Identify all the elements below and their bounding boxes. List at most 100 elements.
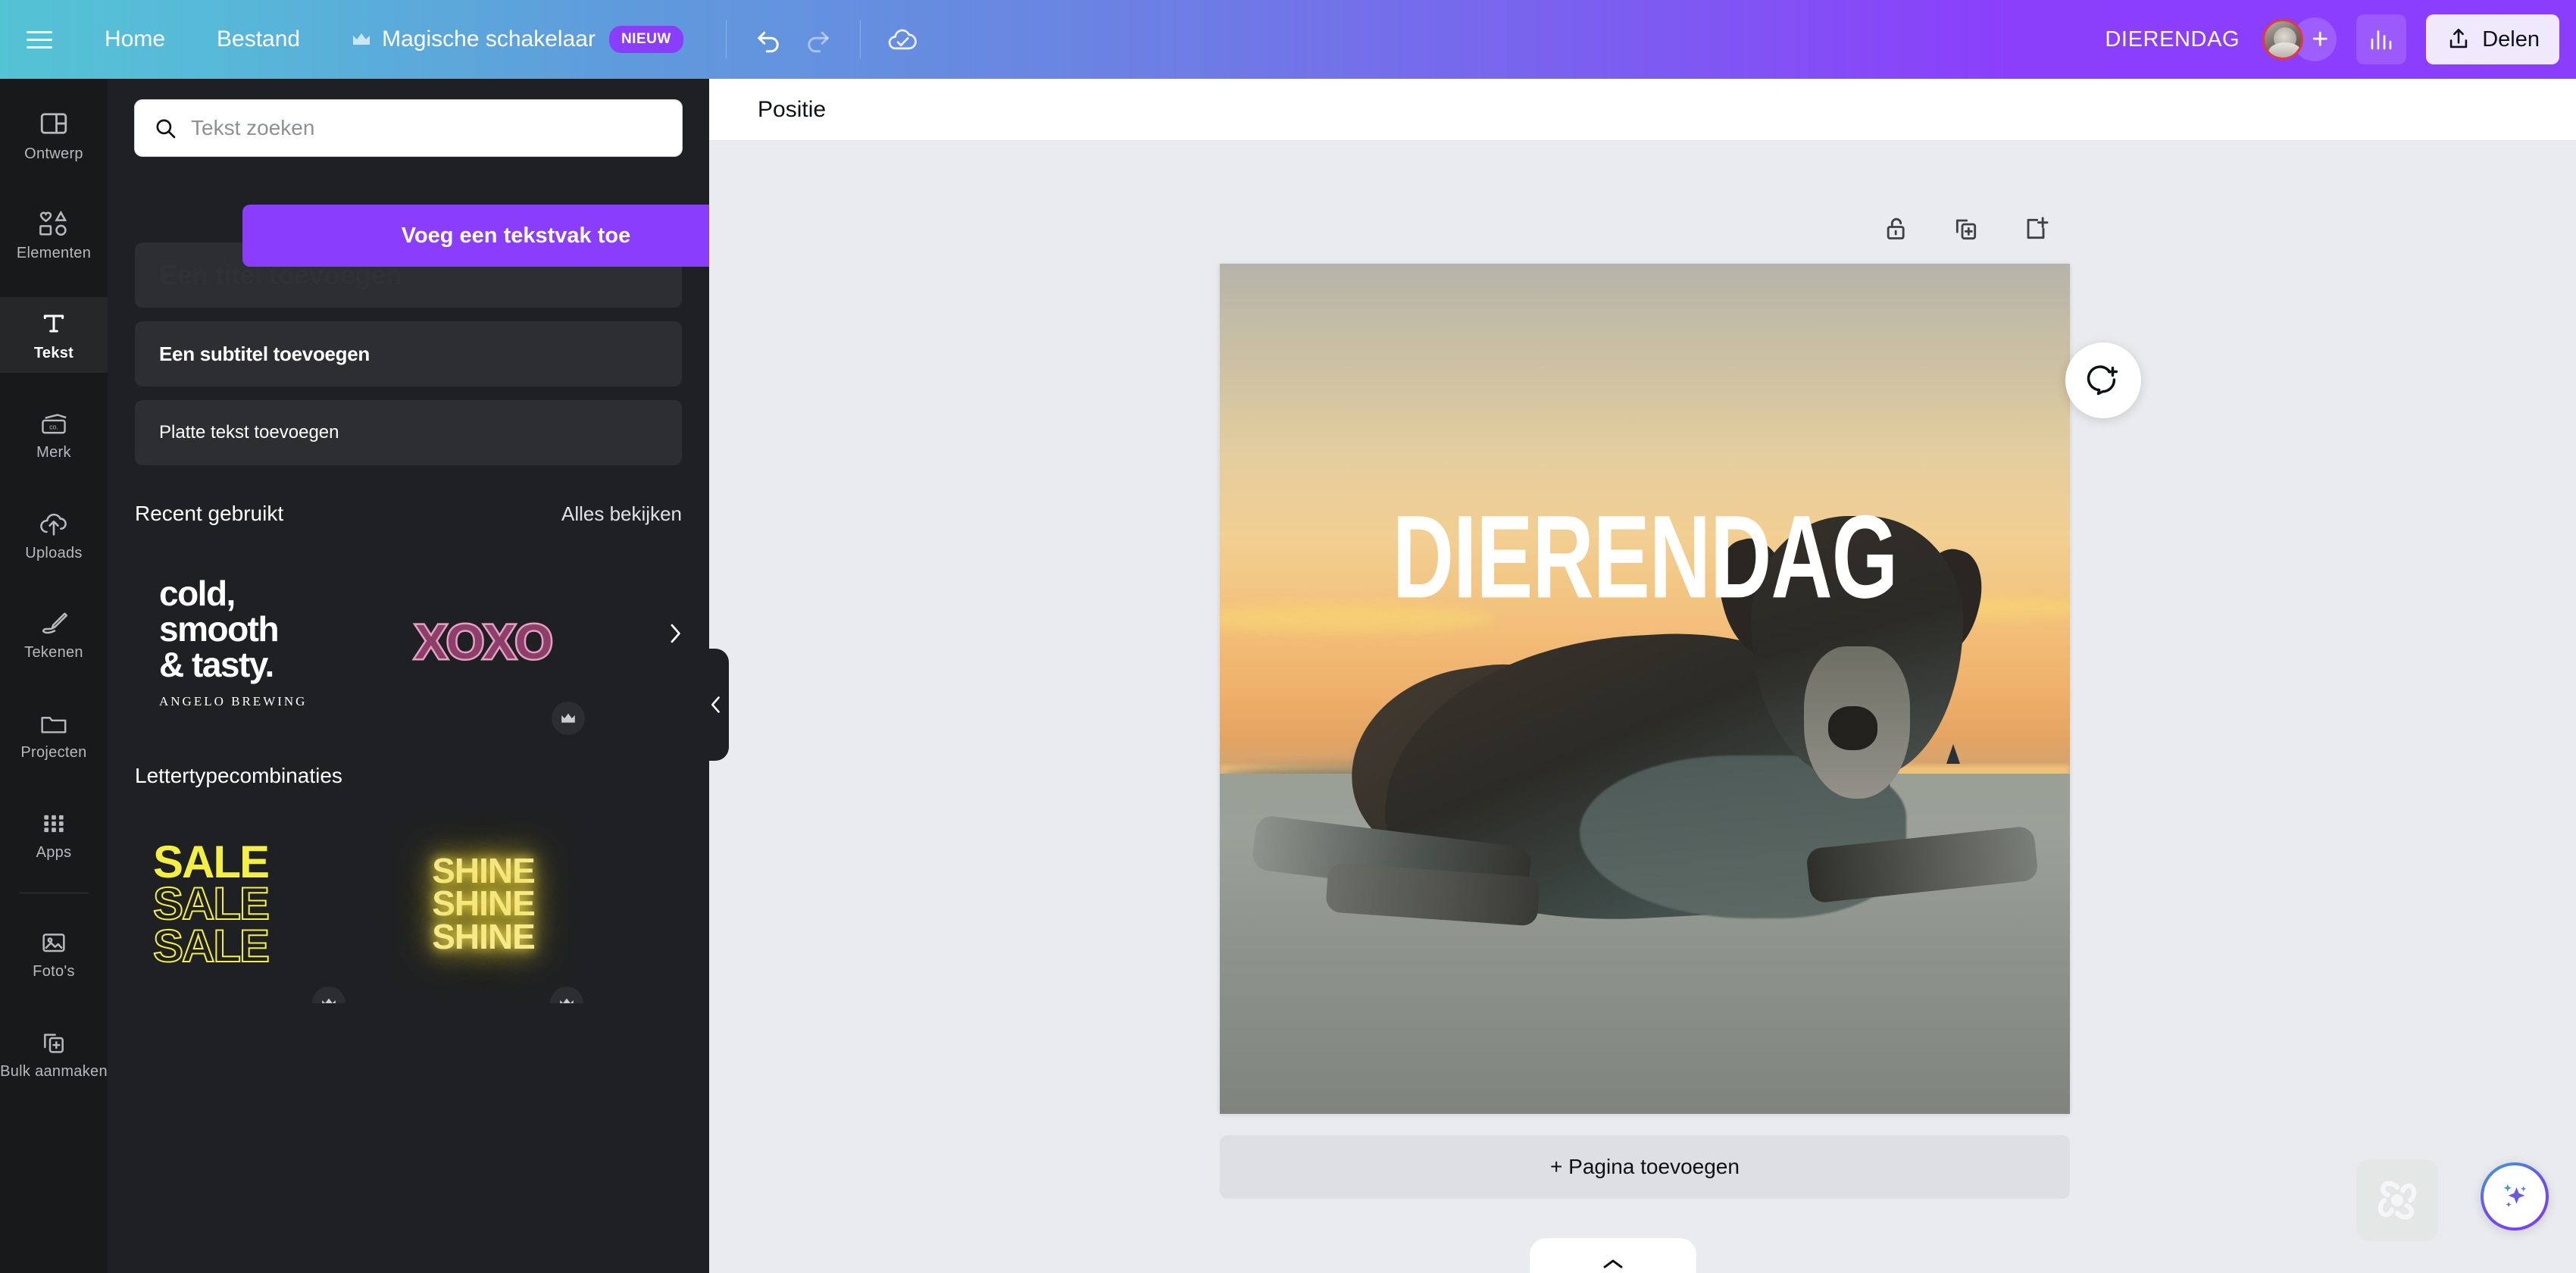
design-title-text[interactable]: DIERENDAG	[1233, 498, 2057, 615]
sidebar-item-label: Apps	[36, 843, 72, 861]
position-button[interactable]: Positie	[758, 97, 826, 123]
stats-button[interactable]	[2356, 14, 2407, 64]
fontcombos-card-row: SALE SALE SALE SHINE SHINE SHINE	[135, 805, 682, 1003]
crown-icon	[352, 32, 371, 47]
duplicate-icon[interactable]	[1949, 212, 1983, 246]
svg-text:co.: co.	[49, 423, 58, 430]
text-t-icon	[39, 308, 69, 339]
sidebar-item-bulk-aanmaken[interactable]: Bulk aanmaken	[0, 1016, 108, 1092]
carousel-next-button[interactable]	[658, 616, 692, 651]
search-area	[108, 79, 709, 156]
search-input[interactable]	[191, 116, 664, 140]
sidebar-item-apps[interactable]: Apps	[0, 797, 108, 873]
shine-line-1: SHINE	[432, 851, 536, 891]
page-action-tools	[1880, 212, 2052, 246]
undo-icon[interactable]	[743, 14, 793, 64]
fontcombos-carousel: SALE SALE SALE SHINE SHINE SHINE	[108, 788, 709, 1003]
fontcombo-card-shine[interactable]: SHINE SHINE SHINE	[373, 805, 594, 1003]
text-panel: Een titel toevoegen Een subtitel toevoeg…	[108, 79, 709, 1273]
style-add-subtitle[interactable]: Een subtitel toevoegen	[135, 321, 682, 386]
share-button[interactable]: Delen	[2426, 14, 2559, 64]
upload-cloud-icon	[37, 508, 70, 539]
document-title[interactable]: DIERENDAG	[2105, 27, 2240, 52]
folder-icon	[38, 709, 70, 738]
cold-line-1: cold,	[159, 573, 236, 613]
menu-bestand[interactable]: Bestand	[191, 0, 326, 79]
design-canvas[interactable]: DIERENDAG	[1220, 264, 2070, 1114]
sale-line-2: SALE	[152, 878, 270, 930]
recent-view-all-link[interactable]: Alles bekijken	[561, 502, 682, 526]
top-bar: Home Bestand Magische schakelaar NIEUW D…	[0, 0, 2576, 79]
cold-line-2: smooth	[159, 608, 280, 649]
share-button-label: Delen	[2482, 27, 2540, 52]
menu-magische-schakelaar[interactable]: Magische schakelaar NIEUW	[326, 0, 709, 79]
toolbar-divider-2	[859, 20, 861, 58]
fontcombo-card-sale[interactable]: SALE SALE SALE	[135, 805, 356, 1003]
sidebar-item-label: Projecten	[20, 743, 87, 761]
pro-crown-badge	[550, 987, 583, 1003]
editor-main: Positie DIERENDAG + Pagina toevoegen	[709, 79, 2576, 1273]
add-textbox-button[interactable]: Voeg een tekstvak toe	[242, 205, 709, 267]
menu-home[interactable]: Home	[79, 0, 191, 79]
new-badge: NIEUW	[608, 26, 683, 53]
sidebar-item-elementen[interactable]: Elementen	[0, 197, 108, 273]
sidebar-item-label: Bulk aanmaken	[0, 1062, 108, 1080]
sidebar-item-fotos[interactable]: Foto's	[0, 916, 108, 992]
add-page-icon[interactable]	[2019, 212, 2052, 246]
add-comment-button[interactable]	[2065, 342, 2141, 418]
menu-bestand-label: Bestand	[217, 27, 301, 52]
recent-carousel: cold, smooth & tasty. ANGELO BREWING XOX…	[108, 526, 709, 741]
redo-icon[interactable]	[793, 14, 843, 64]
hamburger-icon[interactable]	[0, 0, 79, 79]
sale-line-3: SALE	[152, 920, 270, 971]
bar-chart-icon	[2368, 26, 2395, 53]
style-add-body[interactable]: Platte tekst toevoegen	[135, 400, 682, 465]
sidebar-item-uploads[interactable]: Uploads	[0, 497, 108, 573]
style-add-subtitle-label: Een subtitel toevoegen	[159, 342, 370, 365]
sidebar-item-tekenen[interactable]: Tekenen	[0, 597, 108, 673]
recent-card-row: cold, smooth & tasty. ANGELO BREWING XOX…	[135, 543, 682, 741]
lock-icon[interactable]	[1880, 212, 1913, 246]
brand-card-icon: co.	[38, 409, 70, 438]
xoxo-tile-text: XOXO	[413, 613, 555, 671]
sidebar-item-merk[interactable]: co. Merk	[0, 397, 108, 473]
style-add-body-label: Platte tekst toevoegen	[159, 422, 339, 443]
avatar[interactable]	[2262, 19, 2304, 60]
sidebar-item-ontwerp[interactable]: Ontwerp	[0, 97, 108, 173]
fontcombos-section-header: Lettertypecombinaties	[108, 741, 709, 788]
sale-line-1: SALE	[153, 837, 270, 888]
collaborators: +	[2262, 17, 2337, 61]
shine-line-3: SHINE	[432, 916, 536, 956]
magic-ai-button[interactable]	[2481, 1162, 2549, 1231]
sidebar-item-label: Elementen	[16, 244, 92, 261]
toolbar-divider-1	[725, 20, 727, 58]
sidebar-item-label: Foto's	[33, 962, 75, 980]
photo-icon	[39, 928, 69, 957]
design-page-wrap: DIERENDAG + Pagina toevoegen	[1220, 264, 2070, 1199]
recent-card-xoxo[interactable]: XOXO	[373, 543, 594, 741]
search-box[interactable]	[135, 100, 682, 156]
add-page-button[interactable]: + Pagina toevoegen	[1220, 1135, 2070, 1199]
magic-switch-label: Magische schakelaar	[382, 27, 596, 52]
share-upload-icon	[2446, 27, 2471, 52]
sidebar-item-label: Uploads	[25, 544, 83, 561]
sidebar-item-label: Tekst	[33, 344, 74, 361]
grid-apps-icon	[39, 809, 68, 838]
canva-logo-icon	[2356, 1159, 2438, 1241]
panel-collapse-handle[interactable]	[703, 649, 729, 761]
bottom-panel-toggle[interactable]	[1530, 1238, 1696, 1273]
canvas-toolbar: Positie	[709, 79, 2576, 141]
magic-sparkle-icon	[2496, 1178, 2534, 1215]
search-icon	[153, 116, 177, 140]
sidebar-item-label: Tekenen	[24, 643, 83, 661]
sidebar-item-projecten[interactable]: Projecten	[0, 697, 108, 773]
dog-nose	[1828, 706, 1877, 750]
cold-brand-label: ANGELO BREWING	[159, 693, 308, 708]
cold-tile-text: cold, smooth & tasty. ANGELO BREWING	[135, 576, 356, 708]
cloud-check-icon[interactable]	[877, 14, 927, 64]
sidebar-item-tekst[interactable]: Tekst	[0, 297, 108, 373]
pro-crown-badge	[552, 702, 585, 735]
cold-line-3: & tasty.	[159, 644, 274, 684]
left-rail: Ontwerp Elementen Tekst co. Merk Uploads…	[0, 79, 108, 1273]
recent-card-cold[interactable]: cold, smooth & tasty. ANGELO BREWING	[135, 543, 356, 741]
